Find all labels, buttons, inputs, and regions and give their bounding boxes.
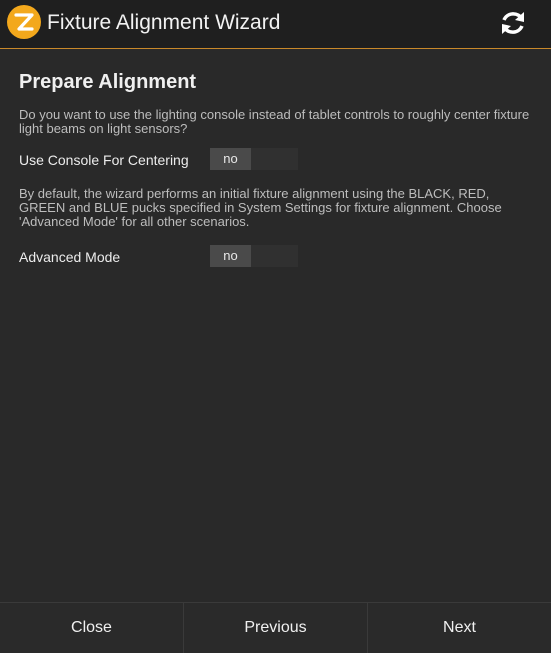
next-button[interactable]: Next [367, 603, 551, 653]
previous-button[interactable]: Previous [183, 603, 367, 653]
wizard-footer: Close Previous Next [0, 602, 551, 653]
advanced-mode-toggle-value: no [210, 245, 251, 267]
console-centering-toggle-value: no [210, 148, 251, 170]
wizard-content: Prepare Alignment Do you want to use the… [19, 70, 531, 269]
console-centering-toggle[interactable]: no [210, 148, 298, 170]
app-logo-icon [7, 5, 41, 39]
advanced-description: By default, the wizard performs an initi… [19, 186, 502, 229]
window-title: Fixture Alignment Wizard [47, 11, 281, 34]
title-bar: Fixture Alignment Wizard [0, 0, 551, 49]
close-button[interactable]: Close [0, 603, 183, 653]
console-centering-label: Use Console For Centering [19, 152, 189, 168]
console-centering-row: Use Console For Centering no [19, 148, 531, 172]
refresh-icon[interactable] [498, 8, 528, 38]
advanced-mode-label: Advanced Mode [19, 249, 121, 265]
wizard-window: Fixture Alignment Wizard Prepare Alignme… [0, 0, 551, 653]
step-heading: Prepare Alignment [19, 71, 197, 93]
advanced-mode-toggle[interactable]: no [210, 245, 298, 267]
advanced-mode-row: Advanced Mode no [19, 245, 531, 269]
console-description: Do you want to use the lighting console … [19, 107, 530, 136]
